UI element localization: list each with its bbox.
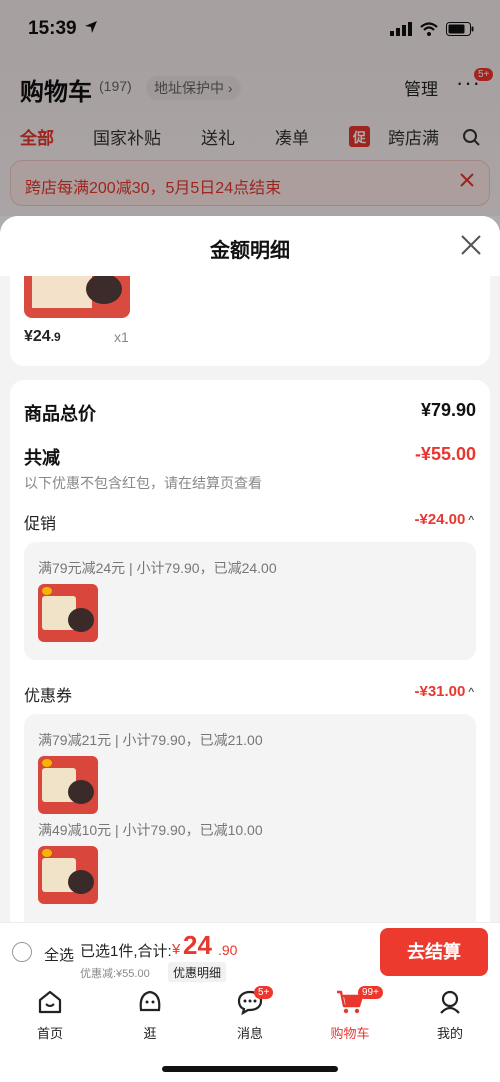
checkout-bar: 全选 已选1件,合计: ¥ 24 .90 优惠减:¥55.00 优惠明细 去结算 — [0, 922, 500, 983]
promotion-label: 促销 — [24, 516, 57, 533]
sheet-title: 金额明细 — [210, 240, 290, 262]
tab-browse-label: 逛 — [143, 1026, 157, 1041]
item-price-decimal: .9 — [50, 330, 61, 344]
promotion-rule: 满79元减24元 | 小计79.90，已减24.00 — [38, 560, 277, 576]
coupon-label: 优惠券 — [24, 688, 73, 705]
selected-summary: 已选1件,合计: — [80, 943, 172, 960]
reduce-value: -¥55.00 — [414, 444, 476, 464]
item-quantity: x1 — [114, 329, 129, 345]
total-currency: ¥ — [172, 941, 181, 958]
item-price: ¥24.9 — [24, 328, 61, 346]
promotion-value: -¥24.00 — [414, 511, 466, 528]
tab-cart-label: 购物车 — [330, 1026, 370, 1041]
browse-icon — [139, 990, 161, 1012]
chevron-up-icon: ^ — [468, 685, 474, 699]
reduce-note: 以下优惠不包含红包，请在结算页查看 — [24, 475, 262, 491]
coupon-rule-2: 满49减10元 | 小计79.90，已减10.00 — [38, 822, 263, 838]
price-breakdown-card: 商品总价 ¥79.90 共减 -¥55.00 以下优惠不包含红包，请在结算页查看… — [10, 380, 490, 940]
item-price-main: ¥24 — [24, 328, 51, 345]
tab-home-label: 首页 — [36, 1026, 63, 1041]
total-decimal: .90 — [218, 942, 238, 958]
coupon-toggle[interactable]: -¥31.00 ^ — [414, 683, 474, 700]
coupon-rule-1: 满79减21元 | 小计79.90，已减21.00 — [38, 732, 263, 748]
product-thumbnail[interactable] — [38, 846, 98, 904]
promotion-toggle[interactable]: -¥24.00 ^ — [414, 511, 474, 528]
home-indicator — [162, 1066, 338, 1072]
reduce-label: 共减 — [24, 448, 60, 468]
coupon-detail-box: 满79减21元 | 小计79.90，已减21.00 满49减10元 | 小计79… — [24, 714, 476, 940]
select-all-label[interactable]: 全选 — [44, 944, 74, 965]
total-value: ¥79.90 — [420, 400, 476, 420]
checkout-button[interactable]: 去结算 — [380, 928, 488, 976]
tab-browse[interactable]: 逛 — [110, 988, 190, 1042]
total-label: 商品总价 — [24, 404, 96, 424]
selected-item-card: ¥24.9 x1 — [10, 276, 490, 366]
cart-badge: 99+ — [358, 986, 383, 999]
home-icon — [38, 990, 62, 1014]
tab-profile[interactable]: 我的 — [410, 988, 490, 1042]
tab-home[interactable]: 首页 — [10, 988, 90, 1042]
tab-profile-label: 我的 — [436, 1026, 463, 1041]
messages-badge: 5+ — [254, 986, 274, 999]
tab-cart[interactable]: 99+ 购物车 — [310, 986, 390, 1042]
profile-icon — [440, 990, 460, 1014]
discount-detail-link[interactable]: 优惠明细 — [168, 962, 227, 983]
discount-note: 优惠减:¥55.00 — [80, 968, 150, 980]
total-amount: 24 — [183, 930, 212, 960]
sheet-header: 金额明细 — [0, 216, 500, 276]
product-thumbnail[interactable] — [38, 584, 98, 642]
product-thumbnail[interactable] — [38, 756, 98, 814]
coupon-value: -¥31.00 — [414, 683, 466, 700]
promotion-detail-box: 满79元减24元 | 小计79.90，已减24.00 — [24, 542, 476, 660]
tab-messages-label: 消息 — [236, 1026, 263, 1041]
chevron-up-icon: ^ — [468, 513, 474, 527]
tab-messages[interactable]: 5+ 消息 — [210, 986, 290, 1042]
select-all-checkbox[interactable] — [12, 942, 32, 962]
product-thumbnail[interactable] — [24, 276, 130, 318]
close-icon[interactable] — [460, 234, 482, 256]
